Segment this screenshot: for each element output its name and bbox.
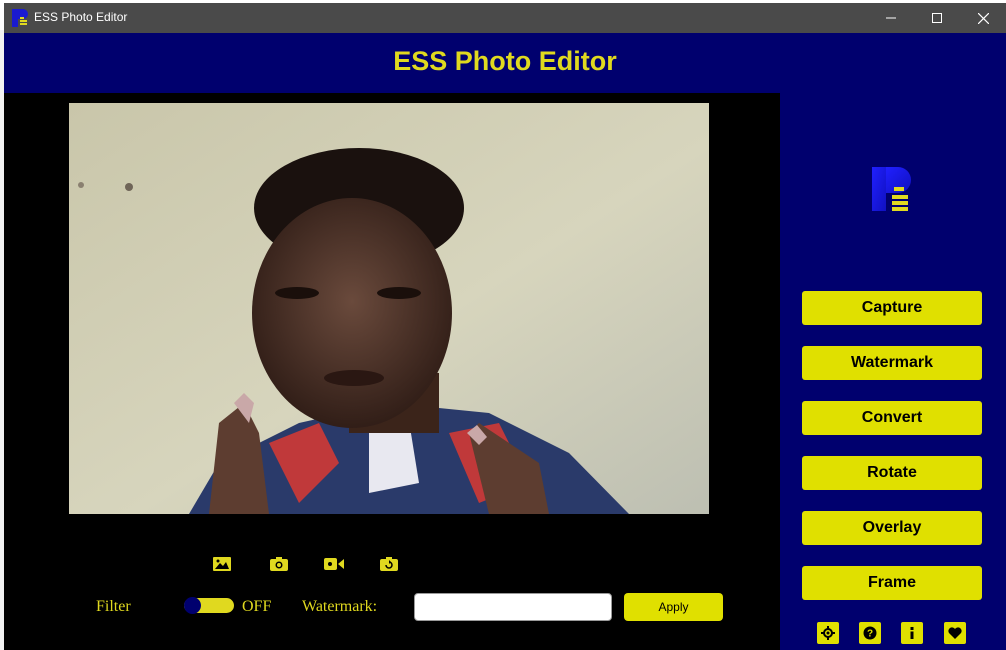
filter-state: OFF: [242, 598, 272, 615]
minimize-icon: [886, 17, 896, 19]
filter-label: Filter: [96, 598, 131, 615]
frame-button[interactable]: Frame: [802, 566, 982, 600]
capture-button[interactable]: Capture: [802, 291, 982, 325]
watermark-button[interactable]: Watermark: [802, 346, 982, 380]
svg-text:?: ?: [867, 629, 873, 640]
app-logo: [872, 167, 911, 211]
minimize-button[interactable]: [868, 3, 914, 33]
preview-panel: Filter OFF Watermark: Apply: [4, 93, 780, 650]
maximize-icon: [932, 13, 942, 23]
watermark-label: Watermark:: [302, 598, 378, 615]
toggle-knob: [184, 597, 201, 614]
apply-button[interactable]: Apply: [624, 593, 723, 621]
convert-button[interactable]: Convert: [802, 401, 982, 435]
app-logo-icon: [12, 9, 28, 27]
settings-icon[interactable]: [817, 622, 839, 644]
overlay-button[interactable]: Overlay: [802, 511, 982, 545]
image-icon[interactable]: [212, 555, 232, 573]
help-icon[interactable]: ?: [859, 622, 881, 644]
filter-toggle[interactable]: [184, 597, 234, 614]
close-button[interactable]: [960, 3, 1006, 33]
window-titlebar[interactable]: ESS Photo Editor: [4, 3, 1006, 33]
app-header: ESS Photo Editor: [4, 33, 1006, 93]
info-icon[interactable]: [901, 622, 923, 644]
camera-preview: [69, 103, 709, 514]
heart-icon[interactable]: [944, 622, 966, 644]
camera-icon[interactable]: [269, 555, 289, 573]
page-title: ESS Photo Editor: [393, 46, 617, 76]
watermark-input[interactable]: [414, 593, 612, 621]
rotate-button[interactable]: Rotate: [802, 456, 982, 490]
maximize-button[interactable]: [914, 3, 960, 33]
window-title: ESS Photo Editor: [34, 10, 128, 24]
close-icon: [977, 12, 989, 24]
rotate-camera-icon[interactable]: [379, 555, 399, 573]
video-camera-icon[interactable]: [324, 555, 344, 573]
app-window: ESS Photo Editor ESS Photo Editor Filter…: [4, 3, 1006, 650]
